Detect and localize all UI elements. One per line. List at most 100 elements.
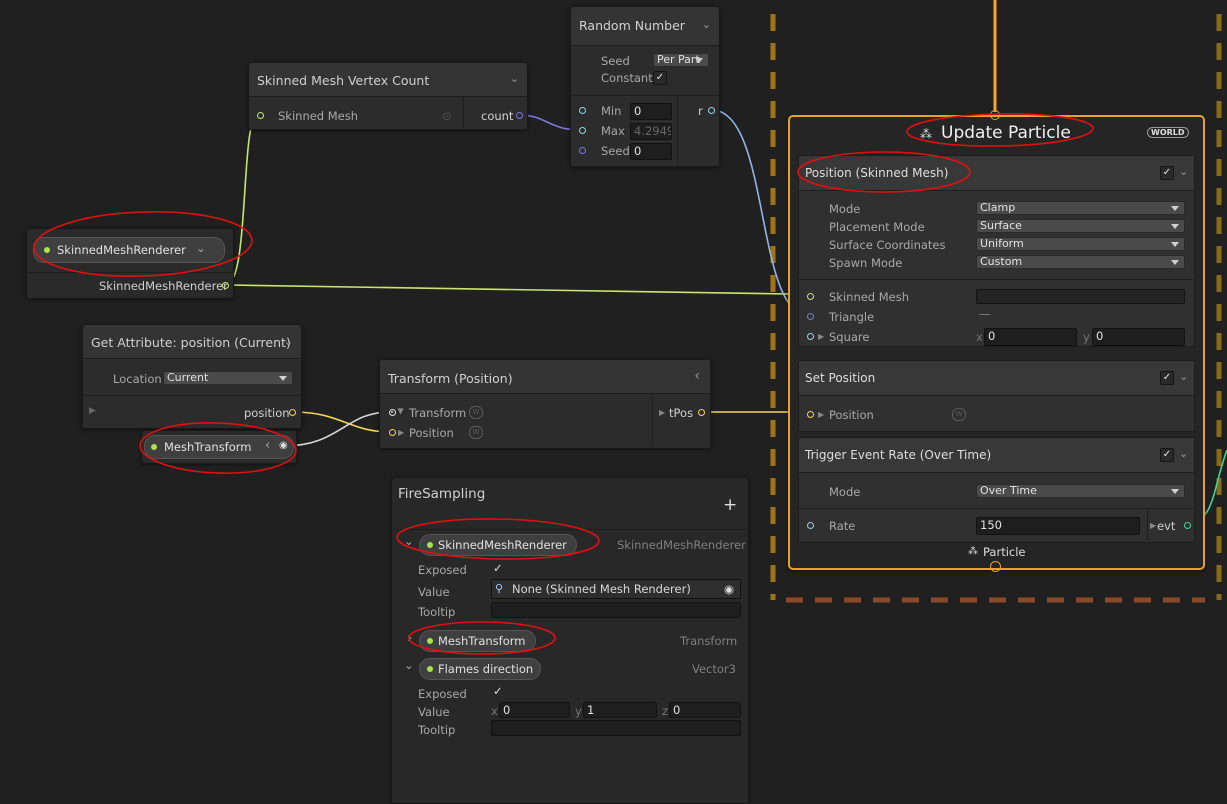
expand-triangle-icon[interactable]: ▶	[89, 406, 96, 416]
tooltip-field[interactable]	[491, 602, 741, 618]
mode-dropdown[interactable]: Clamp	[976, 201, 1185, 215]
chevron-down-icon[interactable]: ⌄	[702, 18, 711, 31]
chevron-left-icon[interactable]: ‹	[694, 368, 700, 384]
chevron-down-icon[interactable]: ⌄	[196, 241, 206, 255]
add-property-button[interactable]: +	[723, 495, 737, 515]
seed-dropdown[interactable]: Per Part	[653, 53, 709, 67]
flames-direction-z-field[interactable]: 0	[669, 702, 741, 718]
chevron-left-icon[interactable]: ‹	[265, 438, 270, 453]
world-space-icon[interactable]: W	[952, 408, 966, 421]
r-output-port[interactable]	[708, 107, 715, 114]
world-space-icon[interactable]: W	[469, 426, 483, 439]
evt-output-port[interactable]	[1184, 522, 1191, 529]
collapse-chevron-icon[interactable]: ⌄	[404, 534, 414, 548]
min-field[interactable]: 0	[630, 103, 672, 120]
blackboard-panel[interactable]: FireSampling + ⌄ SkinnedMeshRenderer Ski…	[391, 477, 749, 804]
object-field-icon[interactable]: ⊙	[442, 109, 452, 123]
skinned-mesh-renderer-property-node[interactable]: SkinnedMeshRenderer ⌄ SkinnedMeshRendere…	[26, 228, 234, 299]
expand-triangle-icon[interactable]: ▶	[818, 332, 824, 341]
node-header[interactable]: Transform (Position) ‹	[380, 360, 710, 394]
expand-down-icon[interactable]: ▶	[397, 408, 406, 414]
mesh-transform-property-node[interactable]: MeshTransform ‹ ◉	[141, 430, 297, 464]
trigger-event-rate-block[interactable]: Trigger Event Rate (Over Time) ✓ ⌄ Mode …	[798, 437, 1195, 543]
property-pill-mesh-transform[interactable]: MeshTransform	[419, 630, 536, 652]
expand-triangle-icon[interactable]: ▶	[818, 410, 824, 419]
max-input-port[interactable]	[579, 127, 586, 134]
output-port-icon[interactable]: ◉	[279, 440, 288, 451]
skinned-mesh-input-port[interactable]	[257, 112, 264, 119]
property-pill-flames-direction[interactable]: Flames direction	[419, 658, 541, 680]
flames-direction-y-field[interactable]: 1	[583, 702, 657, 718]
constant-checkbox[interactable]: ✓	[653, 71, 667, 85]
transform-position-node[interactable]: Transform (Position) ‹ ▶ Transform W ▶ P…	[379, 359, 711, 449]
exposed-checkbox[interactable]: ✓	[493, 684, 503, 698]
rate-input-port[interactable]	[807, 522, 814, 529]
square-x-field[interactable]: 0	[984, 328, 1077, 346]
skinned-mesh-vertex-count-node[interactable]: Skinned Mesh Vertex Count ⌄ Skinned Mesh…	[248, 62, 528, 130]
placement-mode-dropdown[interactable]: Surface	[976, 219, 1185, 233]
rate-field[interactable]: 150	[976, 517, 1140, 535]
chevron-down-icon[interactable]: ⌄	[1179, 165, 1188, 178]
chevron-down-icon[interactable]: ⌄	[1179, 447, 1188, 460]
expand-triangle-icon[interactable]: ▶	[398, 428, 404, 437]
update-particle-context[interactable]: ⁂ Update Particle WORLD Position (Skinne…	[788, 115, 1205, 572]
max-field[interactable]: 4.2949	[630, 123, 672, 140]
exposed-checkbox[interactable]: ✓	[493, 561, 503, 575]
tooltip-field[interactable]	[491, 720, 741, 736]
y-axis-label: y	[1083, 330, 1090, 344]
node-header[interactable]: Get Attribute: position (Current) ⌄	[83, 325, 301, 359]
skinned-mesh-input-port[interactable]	[807, 293, 814, 300]
block-enabled-checkbox[interactable]: ✓	[1160, 166, 1174, 180]
position-input-port[interactable]	[389, 429, 396, 436]
spawn-mode-dropdown[interactable]: Custom	[976, 255, 1185, 269]
position-output-port[interactable]	[289, 409, 296, 416]
mode-dropdown[interactable]: Over Time	[976, 484, 1185, 498]
mode-label: Mode	[829, 202, 861, 216]
node-header[interactable]: Skinned Mesh Vertex Count ⌄	[249, 63, 527, 97]
property-pill-skinned-mesh-renderer[interactable]: SkinnedMeshRenderer	[419, 534, 577, 556]
property-pill[interactable]: MeshTransform ‹ ◉	[144, 435, 294, 459]
object-picker-icon[interactable]: ◉	[724, 582, 734, 596]
block-header[interactable]: Set Position ✓ ⌄	[799, 361, 1194, 396]
get-attribute-node[interactable]: Get Attribute: position (Current) ⌄ Loca…	[82, 324, 302, 429]
chevron-down-icon[interactable]: ⌄	[1179, 370, 1188, 383]
port-divider	[1147, 508, 1148, 541]
seed-input-port[interactable]	[579, 147, 586, 154]
position-input-port[interactable]	[807, 411, 814, 418]
output-port[interactable]	[222, 282, 229, 289]
status-dot	[44, 247, 50, 253]
flames-direction-x-field[interactable]: 0	[499, 702, 570, 718]
property-pill[interactable]: SkinnedMeshRenderer ⌄	[33, 237, 225, 263]
chevron-down-icon[interactable]: ⌄	[284, 335, 293, 348]
random-number-node[interactable]: Random Number ⌄ Seed Per Part Constant ✓…	[570, 6, 720, 167]
min-input-port[interactable]	[579, 107, 586, 114]
expand-triangle-icon[interactable]: ▶	[659, 408, 665, 417]
world-space-icon[interactable]: W	[469, 406, 483, 419]
block-header[interactable]: Trigger Event Rate (Over Time) ✓ ⌄	[799, 438, 1194, 473]
skinned-mesh-object-field[interactable]	[976, 289, 1185, 304]
surface-coordinates-dropdown[interactable]: Uniform	[976, 237, 1185, 251]
flow-output-port[interactable]	[990, 561, 1001, 572]
location-dropdown[interactable]: Current	[163, 371, 293, 385]
count-output-port[interactable]	[516, 112, 523, 119]
transform-input-port[interactable]	[389, 409, 396, 416]
space-badge[interactable]: WORLD	[1147, 127, 1189, 138]
triangle-input-port[interactable]	[807, 313, 814, 320]
expand-triangle-icon[interactable]: ▶	[1150, 521, 1156, 530]
chevron-down-icon[interactable]: ⌄	[510, 72, 519, 85]
position-skinned-mesh-block[interactable]: Position (Skinned Mesh) ✓ ⌄ Mode Clamp P…	[798, 155, 1195, 347]
block-enabled-checkbox[interactable]: ✓	[1160, 371, 1174, 385]
node-header[interactable]: Random Number ⌄	[571, 7, 719, 46]
tpos-output-port[interactable]	[698, 409, 705, 416]
block-enabled-checkbox[interactable]: ✓	[1160, 448, 1174, 462]
seed-field[interactable]: 0	[630, 143, 672, 160]
flow-input-port[interactable]	[990, 110, 1000, 120]
square-y-field[interactable]: 0	[1092, 328, 1185, 346]
block-header[interactable]: Position (Skinned Mesh) ✓ ⌄	[799, 156, 1194, 191]
collapse-chevron-icon[interactable]: ⌄	[404, 658, 414, 672]
evt-output-label: evt	[1157, 519, 1176, 533]
expand-chevron-icon[interactable]: ›	[407, 631, 412, 646]
value-object-field[interactable]: ⚲ None (Skinned Mesh Renderer) ◉	[491, 579, 741, 599]
square-input-port[interactable]	[807, 333, 814, 340]
set-position-block[interactable]: Set Position ✓ ⌄ ▶ Position W	[798, 360, 1195, 432]
